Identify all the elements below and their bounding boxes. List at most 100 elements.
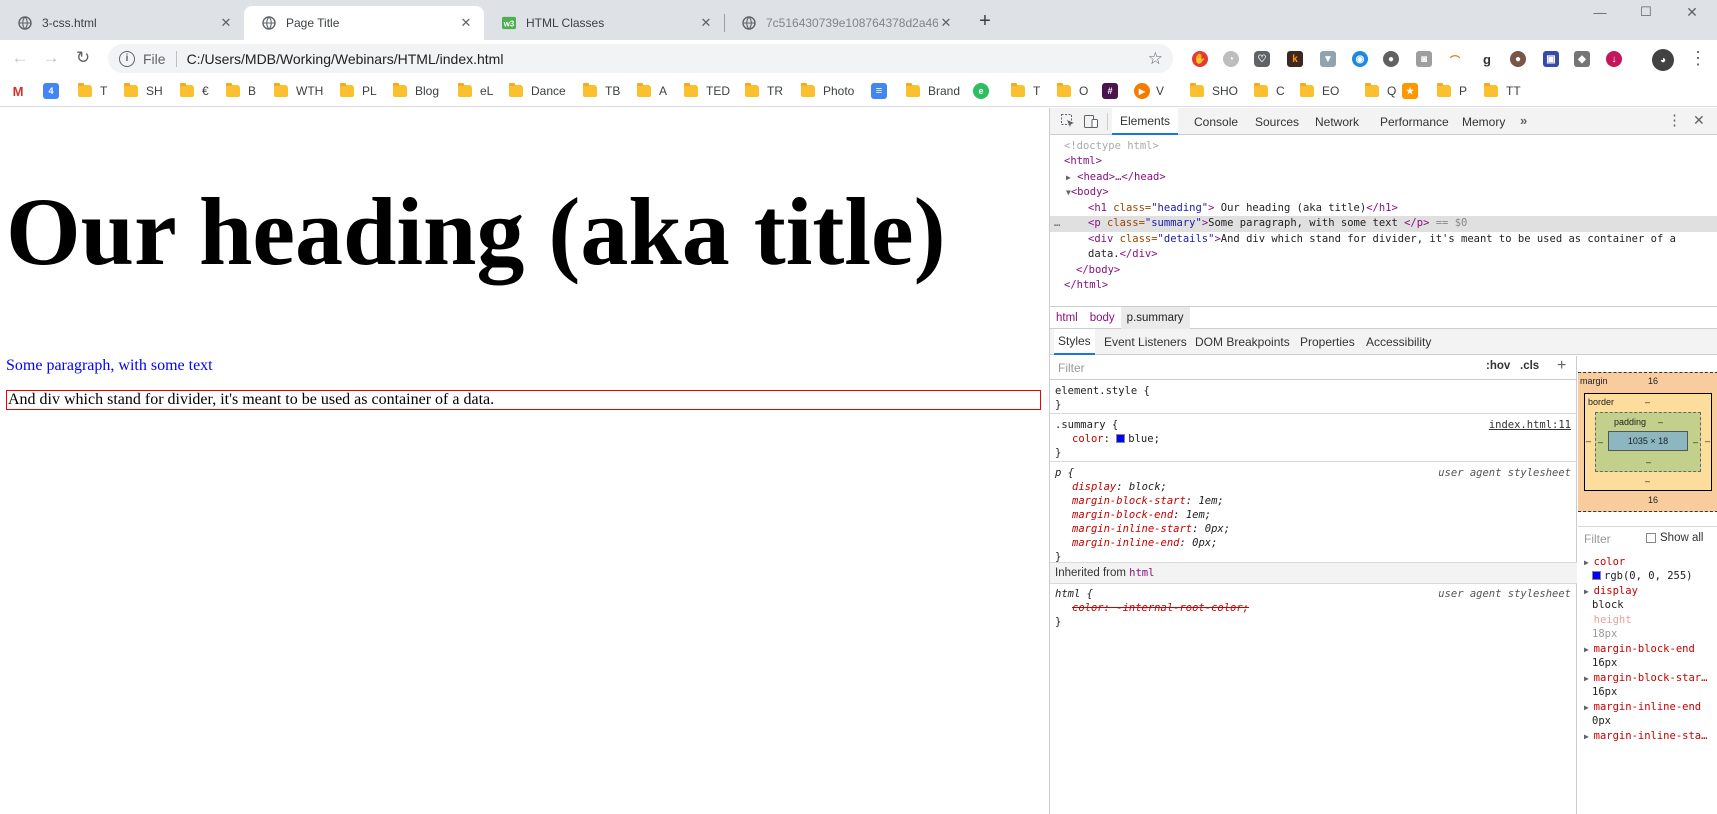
rainbow-extension-icon[interactable]: ⌒ bbox=[1447, 51, 1463, 67]
bookmark-v[interactable]: ▶ V bbox=[1134, 82, 1164, 100]
menu-icon[interactable]: ⋮ bbox=[1689, 48, 1707, 69]
ellipsis-icon[interactable]: … bbox=[1054, 216, 1060, 232]
avatar[interactable]: ◕ bbox=[1652, 49, 1674, 71]
maximize-icon[interactable]: ☐ bbox=[1623, 0, 1669, 24]
bookmark-folder[interactable]: Dance bbox=[509, 82, 566, 100]
dom-body-close[interactable]: </body> bbox=[1076, 263, 1120, 279]
back-icon[interactable]: ← bbox=[6, 44, 34, 72]
tab-hash[interactable]: 7c516430739e108764378d2a461 ✕ bbox=[724, 6, 964, 40]
tab-styles[interactable]: Styles bbox=[1054, 329, 1095, 355]
close-icon[interactable]: ✕ bbox=[938, 15, 954, 31]
bookmark-folder[interactable]: A bbox=[637, 82, 667, 100]
camera-extension-icon[interactable]: ◙ bbox=[1416, 51, 1432, 67]
tab-elements[interactable]: Elements bbox=[1112, 108, 1179, 135]
padding-box[interactable]: padding – – – 1035 × 18 – bbox=[1595, 412, 1701, 472]
summary-rule[interactable]: .summary {index.html:11 bbox=[1055, 419, 1571, 431]
tab-dom-breakpoints[interactable]: DOM Breakpoints bbox=[1191, 329, 1294, 355]
bookmark-evernote[interactable]: e bbox=[973, 82, 995, 100]
computed-prop-margin-inline-end[interactable]: ▶ margin-inline-end bbox=[1584, 701, 1701, 713]
computed-prop-height[interactable]: ▶ height bbox=[1584, 614, 1632, 626]
tab-3-css[interactable]: 3-css.html ✕ bbox=[0, 6, 244, 40]
tab-sources[interactable]: Sources bbox=[1247, 108, 1307, 135]
tab-event-listeners[interactable]: Event Listeners bbox=[1100, 329, 1191, 355]
dom-head[interactable]: ▶ <head>…</head> bbox=[1066, 170, 1166, 186]
bookmark-folder[interactable]: PL bbox=[340, 82, 377, 100]
reload-icon[interactable]: ↻ bbox=[69, 44, 97, 72]
bookmark-folder[interactable]: P bbox=[1437, 82, 1467, 100]
lock-extension-icon[interactable]: ● bbox=[1383, 51, 1399, 67]
bookmark-folder[interactable]: C bbox=[1254, 82, 1285, 100]
inspect-element-icon[interactable] bbox=[1060, 113, 1076, 129]
tab-properties[interactable]: Properties bbox=[1296, 329, 1359, 355]
bookmark-folder[interactable]: SHO bbox=[1190, 82, 1238, 100]
v-extension-icon[interactable]: ▼ bbox=[1320, 51, 1336, 67]
dom-h1[interactable]: <h1 class="heading"> Our heading (aka ti… bbox=[1088, 201, 1398, 217]
bookmark-folder[interactable]: TT bbox=[1484, 82, 1521, 100]
inherited-from-link[interactable]: html bbox=[1129, 567, 1154, 579]
breadcrumb-html[interactable]: html bbox=[1050, 307, 1084, 329]
new-rule-button[interactable]: + bbox=[1557, 357, 1566, 375]
dom-p-selected[interactable]: … <p class="summary">Some paragraph, with… bbox=[1050, 216, 1717, 232]
computed-filter-input[interactable]: Filter bbox=[1584, 532, 1611, 546]
computed-prop-display[interactable]: ▶ display bbox=[1584, 585, 1638, 597]
computed-prop-margin-block-end[interactable]: ▶ margin-block-end bbox=[1584, 643, 1695, 655]
summary-color-decl[interactable]: color: blue; bbox=[1072, 433, 1160, 445]
bookmark-docs[interactable]: ≡ bbox=[871, 82, 893, 100]
address-bar[interactable]: i File C:/Users/MDB/Working/Webinars/HTM… bbox=[108, 44, 1173, 73]
tab-accessibility[interactable]: Accessibility bbox=[1362, 329, 1435, 355]
bookmark-calendar[interactable]: 4 bbox=[43, 82, 65, 100]
bookmark-folder[interactable]: TED bbox=[684, 82, 730, 100]
bookmark-folder[interactable]: SH bbox=[124, 82, 163, 100]
bookmark-folder[interactable]: WTH bbox=[274, 82, 323, 100]
tab-performance[interactable]: Performance bbox=[1372, 108, 1457, 135]
breadcrumb-body[interactable]: body bbox=[1084, 307, 1121, 329]
bookmark-folder[interactable]: Photo bbox=[801, 82, 854, 100]
computed-prop-color[interactable]: ▶ color bbox=[1584, 556, 1625, 568]
bookmark-folder[interactable]: TR bbox=[745, 82, 783, 100]
k-extension-icon[interactable]: k bbox=[1287, 51, 1303, 67]
close-devtools-icon[interactable]: ✕ bbox=[1693, 112, 1705, 129]
forward-icon[interactable]: → bbox=[37, 44, 65, 72]
expand-arrow-icon[interactable]: ▶ bbox=[1066, 173, 1071, 182]
show-all-checkbox[interactable]: Show all bbox=[1646, 532, 1703, 544]
star-icon[interactable]: ☆ bbox=[1148, 49, 1163, 69]
dom-doctype[interactable]: <!doctype html> bbox=[1064, 139, 1159, 155]
square-extension-icon[interactable]: ▣ bbox=[1543, 51, 1559, 67]
bookmark-gmail[interactable]: M bbox=[10, 82, 32, 100]
bookmark-folder[interactable]: eL bbox=[458, 82, 493, 100]
content-box[interactable]: 1035 × 18 bbox=[1608, 431, 1688, 451]
blue-circle-extension-icon[interactable]: ◉ bbox=[1352, 51, 1368, 67]
new-tab-icon[interactable]: + bbox=[974, 10, 996, 32]
computed-prop-margin-inline-start[interactable]: ▶ margin-inline-sta… bbox=[1584, 730, 1707, 742]
computed-prop-margin-block-start[interactable]: ▶ margin-block-star… bbox=[1584, 672, 1707, 684]
checkbox-icon[interactable] bbox=[1646, 533, 1656, 543]
close-window-icon[interactable]: ✕ bbox=[1669, 0, 1715, 24]
pocket-extension-icon[interactable]: ♡ bbox=[1254, 51, 1270, 67]
tab-page-title[interactable]: Page Title ✕ bbox=[244, 6, 484, 40]
dom-html-close[interactable]: </html> bbox=[1064, 278, 1108, 294]
bookmark-folder[interactable]: TB bbox=[583, 82, 620, 100]
breadcrumb-p-summary[interactable]: p.summary bbox=[1120, 306, 1190, 329]
tab-network[interactable]: Network bbox=[1307, 108, 1367, 135]
cls-button[interactable]: .cls bbox=[1520, 360, 1539, 372]
bookmark-slack[interactable]: # bbox=[1102, 82, 1124, 100]
url-text[interactable]: C:/Users/MDB/Working/Webinars/HTML/index… bbox=[187, 51, 504, 67]
tab-memory[interactable]: Memory bbox=[1454, 108, 1513, 135]
timer-extension-icon[interactable]: ◔ bbox=[1223, 51, 1239, 67]
border-box[interactable]: border – – – padding – – – 1035 × 18 – – bbox=[1584, 393, 1712, 491]
bookmark-folder[interactable]: Brand bbox=[906, 82, 960, 100]
cookie-extension-icon[interactable]: ● bbox=[1510, 51, 1526, 67]
tab-console[interactable]: Console bbox=[1186, 108, 1246, 135]
bookmark-folder[interactable]: B bbox=[226, 82, 256, 100]
adblock-extension-icon[interactable]: ✋ bbox=[1192, 51, 1208, 67]
tab-html-classes[interactable]: w3 HTML Classes ✕ bbox=[484, 6, 724, 40]
bookmark-folder[interactable]: T bbox=[78, 82, 107, 100]
bookmark-folder[interactable]: € bbox=[180, 82, 209, 100]
devtools-menu-icon[interactable]: ⋮ bbox=[1667, 111, 1682, 129]
bookmark-folder[interactable]: Blog bbox=[393, 82, 439, 100]
dom-body-open[interactable]: ▼<body> bbox=[1066, 185, 1109, 201]
info-icon[interactable]: i bbox=[119, 50, 135, 67]
more-tabs-icon[interactable]: » bbox=[1520, 113, 1527, 128]
bookmark-folder[interactable]: O bbox=[1057, 82, 1088, 100]
close-icon[interactable]: ✕ bbox=[698, 15, 714, 31]
